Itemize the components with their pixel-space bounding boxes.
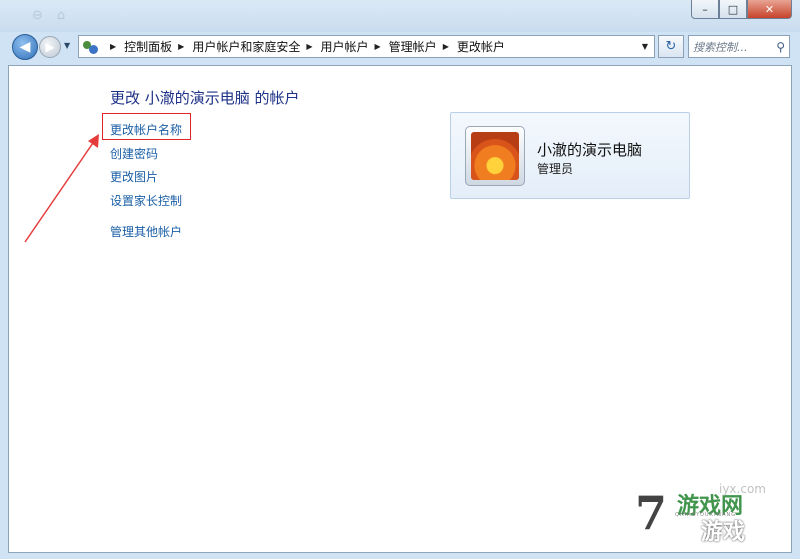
search-placeholder: 搜索控制... (693, 40, 748, 54)
site-watermark: 7 游戏网 iyx.com QIHAOYOUXIWANG 游戏 (615, 476, 785, 546)
breadcrumb-user-accounts-family[interactable]: 用户帐户和家庭安全 (192, 38, 300, 55)
forward-button[interactable]: ▶ (39, 36, 61, 58)
search-input[interactable]: 搜索控制... ⚲ (688, 35, 790, 58)
watermark-number: 7 (635, 486, 668, 540)
avatar-frame (465, 126, 525, 186)
maximize-button[interactable]: □ (719, 0, 747, 19)
close-button[interactable]: ✕ (747, 0, 792, 19)
chevron-right-icon[interactable]: ▶ (110, 42, 116, 51)
navigation-bar: ◀ ▶ ▼ ▶ 控制面板 ▶ 用户帐户和家庭安全 ▶ 用户帐户 ▶ 管理帐户 ▶… (0, 32, 800, 62)
breadcrumb-user-accounts[interactable]: 用户帐户 (321, 38, 369, 55)
page-title: 更改 小澈的演示电脑 的帐户 (110, 89, 300, 107)
chevron-right-icon[interactable]: ▶ (443, 42, 449, 51)
main-content: 更改 小澈的演示电脑 的帐户 更改帐户名称 创建密码 更改图片 设置家长控制 管… (8, 65, 792, 553)
change-picture-link[interactable]: 更改图片 (110, 168, 158, 185)
breadcrumb-control-panel[interactable]: 控制面板 (124, 38, 172, 55)
recent-pages-dropdown-icon[interactable]: ▼ (64, 41, 70, 50)
chevron-right-icon[interactable]: ▶ (178, 42, 184, 51)
user-name: 小澈的演示电脑 (537, 141, 643, 159)
change-account-name-link[interactable]: 更改帐户名称 (110, 121, 182, 138)
red-arrow-annotation (24, 134, 99, 243)
refresh-button[interactable]: ↻ (658, 35, 684, 58)
user-role: 管理员 (537, 162, 574, 176)
window-titlebar: ⊖⌂ – □ ✕ (0, 0, 800, 32)
chevron-right-icon[interactable]: ▶ (306, 42, 312, 51)
avatar-flower-picture (471, 132, 519, 180)
breadcrumb-change-account[interactable]: 更改帐户 (457, 38, 505, 55)
user-account-card: 小澈的演示电脑 管理员 (450, 112, 690, 199)
users-icon (82, 39, 100, 55)
window-controls: – □ ✕ (691, 0, 792, 19)
breadcrumb-manage-accounts[interactable]: 管理帐户 (389, 38, 437, 55)
back-button[interactable]: ◀ (12, 34, 38, 60)
chevron-down-icon[interactable]: ▼ (642, 42, 648, 51)
address-bar[interactable]: ▶ 控制面板 ▶ 用户帐户和家庭安全 ▶ 用户帐户 ▶ 管理帐户 ▶ 更改帐户 … (78, 35, 655, 58)
parental-controls-link[interactable]: 设置家长控制 (110, 192, 182, 209)
create-password-link[interactable]: 创建密码 (110, 145, 158, 162)
watermark-bottom-text: 游戏 (701, 520, 746, 545)
minimize-button[interactable]: – (691, 0, 719, 19)
watermark-url: iyx.com (719, 482, 766, 496)
search-icon[interactable]: ⚲ (776, 40, 785, 54)
chevron-right-icon[interactable]: ▶ (375, 42, 381, 51)
manage-other-accounts-link[interactable]: 管理其他帐户 (110, 223, 182, 240)
titlebar-ghost-icons: ⊖⌂ (32, 8, 80, 23)
